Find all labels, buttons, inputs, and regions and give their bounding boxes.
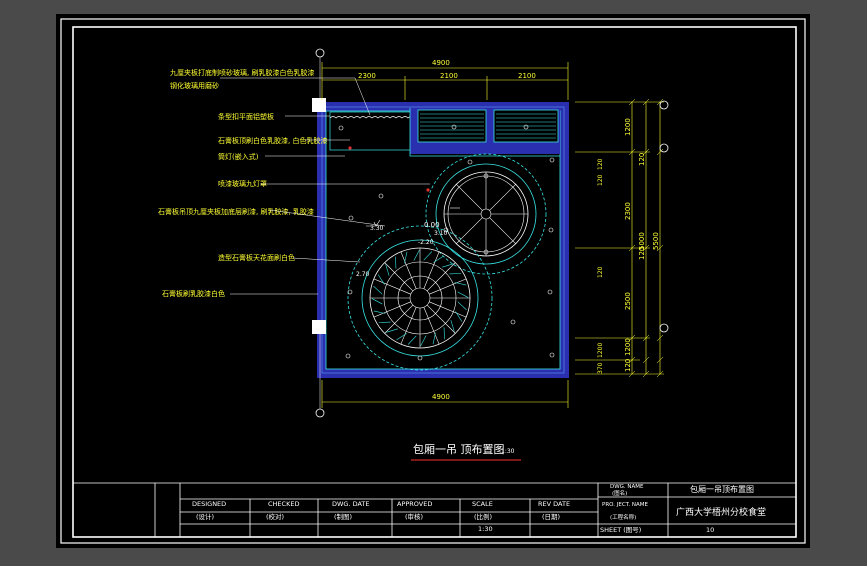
annotation-text: 喷漆玻璃九灯罩	[218, 179, 267, 188]
dim-label: 120	[624, 359, 632, 372]
dim-label: 120	[597, 174, 604, 186]
annotation-text: 石膏板吊顶九厘夹板加底层刷漆, 刷乳胶漆, 乳胶漆	[158, 207, 314, 216]
red-marker	[348, 146, 351, 149]
drawing-title: 包厢一吊 顶布置图	[413, 443, 505, 456]
tb-value: (设计)	[196, 512, 214, 521]
drawing-scale: 1:30	[501, 448, 515, 455]
annotation-text: 石膏板刷乳胶漆白色	[162, 289, 225, 298]
dim-label: 2300	[358, 72, 376, 80]
tb-dwg-name-label: DWG. NAME	[610, 484, 644, 490]
tb-sheet-value: 10	[706, 526, 714, 534]
tb-header: APPROVED	[397, 500, 432, 508]
level-marker: -2.20	[418, 239, 434, 246]
dim-label: 2100	[440, 72, 458, 80]
tb-value: (制图)	[334, 512, 352, 521]
tb-value: (审核)	[405, 512, 423, 521]
annotation-text: 钢化玻璃用磨砂	[170, 81, 219, 90]
annotation-text: 造型石膏板天花面刷白色	[218, 253, 295, 262]
dim-label: 5500	[652, 232, 660, 250]
drawing-sheet: 0.00 3.10 -2.20 2.70 3.30 九厘夹板打底制喷砂玻璃, 刷…	[0, 0, 867, 562]
level-marker: 0.00	[424, 221, 440, 229]
ceiling-plan: 0.00 3.10 -2.20 2.70 3.30	[312, 98, 569, 378]
dim-label: 1200	[597, 343, 604, 358]
tb-value: (日期)	[542, 513, 560, 521]
tb-scale: 1:30	[478, 525, 493, 533]
dim-label: 4900	[432, 393, 450, 401]
tb-project-sub: (工程名称)	[610, 513, 636, 521]
annotation-text: 九厘夹板打底制喷砂玻璃, 刷乳胶漆白色乳胶漆	[170, 68, 314, 77]
dim-label: 120	[597, 158, 604, 170]
tb-project-label: PRO. JECT. NAME	[602, 502, 649, 508]
tb-header: CHECKED	[268, 500, 299, 508]
tb-header: REV DATE	[538, 500, 570, 508]
tb-header: SCALE	[472, 500, 493, 508]
tb-header: DWG. DATE	[332, 500, 370, 508]
dim-label: 120	[597, 266, 604, 278]
dim-label: 1200	[624, 118, 632, 136]
tb-dwg-name-sub: (图名)	[612, 489, 627, 497]
dim-label: 370	[597, 362, 604, 374]
tb-header: DESIGNED	[192, 500, 226, 508]
level-marker: 3.10	[434, 230, 448, 237]
dim-label: 1200	[624, 338, 632, 356]
annotation-text: 条型扣平面铝塑板	[218, 112, 274, 121]
column-block	[312, 98, 326, 112]
annotation-text: 石膏板顶刷白色乳胶漆, 白色乳胶漆	[218, 136, 327, 145]
dim-label: 2500	[624, 292, 632, 310]
tb-value: (比例)	[474, 512, 492, 521]
dim-label: 120	[638, 153, 646, 166]
dim-label: 2100	[518, 72, 536, 80]
tb-value: (校对)	[266, 512, 284, 521]
dim-label: 5000	[638, 232, 646, 250]
tb-project-name: 广西大学梧州分校食堂	[676, 506, 766, 518]
level-marker: 2.70	[356, 271, 370, 278]
column-block	[312, 320, 326, 334]
dim-label: 2300	[624, 202, 632, 220]
annotation-text: 筒灯(嵌入式)	[218, 152, 259, 161]
tb-sheet-label: SHEET (图号)	[600, 526, 641, 534]
cad-viewport: 0.00 3.10 -2.20 2.70 3.30 九厘夹板打底制喷砂玻璃, 刷…	[0, 0, 867, 562]
dim-label: 4900	[432, 59, 450, 67]
tb-dwg-name: 包厢一吊顶布置图	[690, 484, 754, 494]
red-marker	[426, 188, 429, 191]
